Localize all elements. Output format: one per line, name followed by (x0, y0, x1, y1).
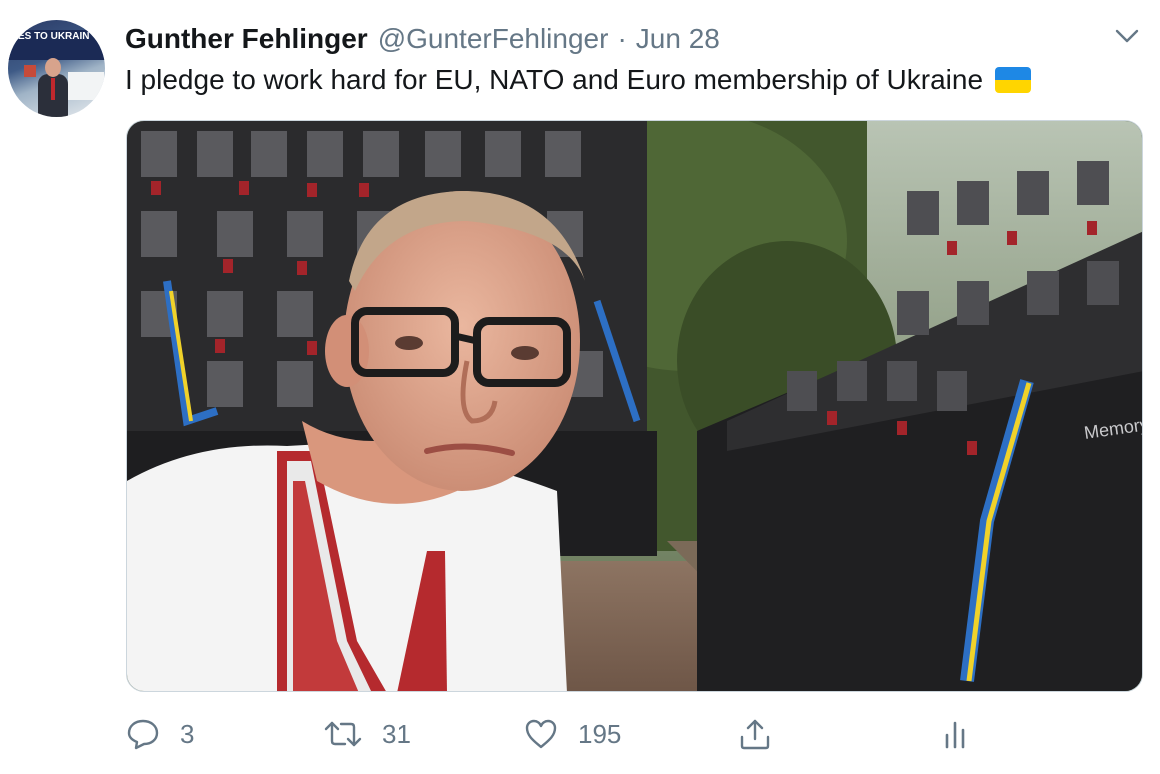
heart-icon (524, 717, 558, 751)
avatar[interactable]: ES TO UKRAIN (8, 20, 105, 117)
tweet-text: I pledge to work hard for EU, NATO and E… (125, 64, 1032, 96)
avatar-head (45, 58, 61, 77)
like-button[interactable]: 195 (524, 710, 621, 758)
display-name[interactable]: Gunther Fehlinger (125, 23, 368, 55)
analytics-button[interactable] (940, 710, 970, 758)
reply-count: 3 (180, 718, 195, 749)
tweet-date[interactable]: Jun 28 (636, 23, 720, 55)
retweet-button[interactable]: 31 (324, 710, 411, 758)
separator-dot: · (617, 23, 627, 54)
like-count: 195 (578, 718, 622, 749)
avatar-tie (51, 78, 55, 100)
ukraine-flag-icon (995, 67, 1032, 93)
avatar-banner-text: ES TO UKRAIN (8, 30, 105, 60)
reply-button[interactable]: 3 (126, 710, 194, 758)
user-handle[interactable]: @GunterFehlinger (378, 23, 609, 55)
tweet-photo[interactable]: Memory (126, 120, 1143, 692)
share-button[interactable] (738, 710, 772, 758)
avatar-flag (24, 65, 36, 77)
tweet[interactable]: ES TO UKRAIN Gunther Fehlinger @GunterFe… (0, 0, 1160, 774)
share-icon (738, 717, 772, 751)
retweet-icon (324, 717, 362, 751)
reply-icon (126, 717, 160, 751)
tweet-header: Gunther Fehlinger @GunterFehlinger · Jun… (125, 22, 720, 56)
analytics-icon (940, 717, 970, 751)
retweet-count: 31 (382, 718, 411, 749)
chevron-down-icon[interactable] (1114, 26, 1140, 46)
avatar-screen (68, 72, 104, 100)
tweet-actions: 3 31 195 (0, 710, 1160, 760)
tweet-text-body: I pledge to work hard for EU, NATO and E… (125, 64, 984, 95)
